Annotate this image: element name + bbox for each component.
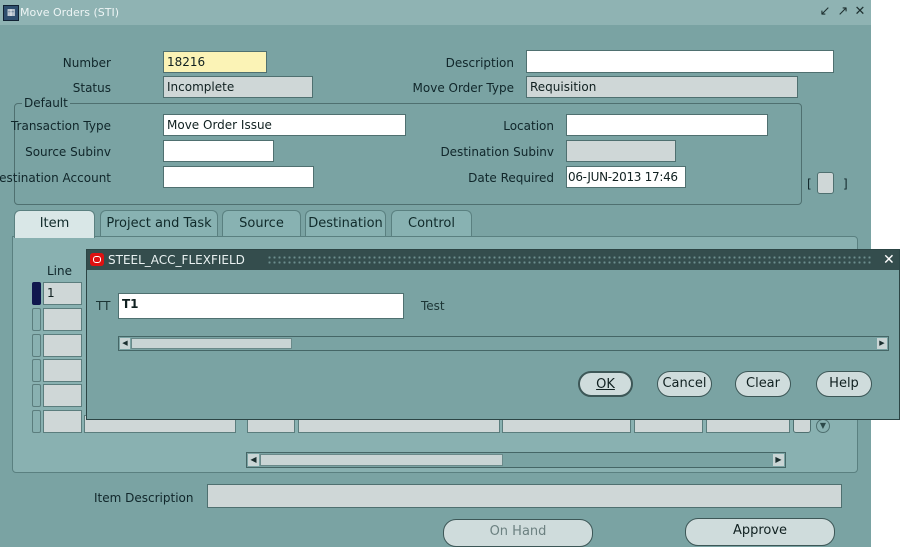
title-bar-grip (267, 255, 872, 265)
status-label: Status (72, 81, 111, 95)
row-indicator[interactable] (32, 359, 41, 382)
transaction-type-field[interactable]: Move Order Issue (163, 114, 406, 136)
item-description-field[interactable] (207, 484, 842, 508)
source-subinv-label: Source Subinv (25, 145, 111, 159)
transaction-type-label: Transaction Type (10, 119, 111, 133)
flexfield-dialog: STEEL_ACC_FLEXFIELD ✕ TT T1 Test ◀ ▶ OK … (86, 249, 900, 420)
line-cell[interactable] (43, 410, 82, 433)
destination-account-field[interactable] (163, 166, 314, 188)
scroll-down-icon[interactable]: ▼ (816, 419, 830, 433)
line-column-header: Line (47, 264, 73, 278)
scroll-left-icon[interactable]: ◀ (120, 338, 130, 349)
row-indicator[interactable] (32, 410, 41, 433)
cancel-label: Cancel (662, 376, 707, 391)
on-hand-label: On Hand (489, 524, 547, 539)
dialog-title: STEEL_ACC_FLEXFIELD (108, 253, 245, 267)
line-cell[interactable] (43, 384, 82, 407)
default-legend: Default (22, 96, 70, 110)
tab-control[interactable]: Control (391, 210, 472, 236)
app-icon: ▦ (3, 5, 19, 21)
destination-account-label: Destination Account (0, 171, 111, 185)
approve-label: Approve (732, 523, 788, 538)
title-bar: ▦ Move Orders (STI) ↙ ↗ ✕ (0, 0, 871, 25)
line-cell[interactable] (43, 308, 82, 331)
dialog-horizontal-scrollbar[interactable]: ◀ ▶ (118, 336, 889, 351)
tab-source[interactable]: Source (222, 210, 301, 236)
on-hand-button[interactable]: On Hand (443, 519, 593, 547)
tt-field[interactable]: T1 (118, 293, 404, 319)
destination-subinv-label: Destination Subinv (440, 145, 554, 159)
cancel-button[interactable]: Cancel (657, 371, 712, 397)
destination-subinv-field[interactable] (566, 140, 676, 162)
row-indicator[interactable] (32, 308, 41, 331)
move-order-type-label: Move Order Type (412, 81, 514, 95)
bracket-left: [ (807, 177, 812, 191)
item-description-label: Item Description (94, 491, 194, 505)
scroll-left-icon[interactable]: ◀ (248, 454, 259, 466)
scroll-right-icon[interactable]: ▶ (877, 338, 887, 349)
clear-button[interactable]: Clear (735, 371, 791, 397)
bracket-right: ] (843, 177, 848, 191)
line-cell[interactable] (43, 334, 82, 357)
description-label: Description (445, 56, 514, 70)
minimize-icon[interactable]: ↙ (818, 5, 832, 19)
location-field[interactable] (566, 114, 768, 136)
approve-button[interactable]: Approve (685, 518, 835, 546)
number-label: Number (62, 56, 111, 70)
help-button[interactable]: Help (816, 371, 872, 397)
maximize-icon[interactable]: ↗ (836, 5, 850, 19)
dialog-close-icon[interactable]: ✕ (883, 252, 895, 268)
date-required-field[interactable]: 06-JUN-2013 17:46 (566, 166, 686, 188)
ok-label: OK (596, 377, 615, 392)
window-title: Move Orders (STI) (20, 6, 120, 19)
scrollbar-thumb[interactable] (131, 338, 292, 349)
clear-label: Clear (746, 376, 780, 391)
dialog-title-bar: STEEL_ACC_FLEXFIELD ✕ (87, 250, 899, 270)
tab-item[interactable]: Item (14, 210, 95, 238)
description-field[interactable] (526, 50, 834, 73)
row-indicator[interactable] (32, 384, 41, 407)
row-indicator-current[interactable] (32, 282, 41, 305)
row-indicator[interactable] (32, 334, 41, 357)
scroll-right-icon[interactable]: ▶ (773, 454, 784, 466)
tab-destination[interactable]: Destination (305, 210, 386, 236)
help-label: Help (829, 376, 859, 391)
status-field[interactable]: Incomplete (163, 76, 313, 98)
line-cell[interactable]: 1 (43, 282, 82, 305)
grid-horizontal-scrollbar[interactable]: ◀ ▶ (246, 452, 786, 468)
close-icon[interactable]: ✕ (853, 5, 867, 19)
source-subinv-field[interactable] (163, 140, 274, 162)
tt-label: TT (96, 299, 111, 313)
location-label: Location (503, 119, 554, 133)
number-field[interactable]: 18216 (163, 51, 267, 73)
ok-button[interactable]: OK (578, 371, 633, 397)
tab-project-and-task[interactable]: Project and Task (100, 210, 218, 236)
oracle-icon (90, 253, 104, 266)
flexfield-button[interactable] (817, 172, 834, 194)
move-order-type-field[interactable]: Requisition (526, 76, 798, 98)
date-required-label: Date Required (468, 171, 554, 185)
tt-description: Test (421, 299, 445, 313)
scrollbar-thumb[interactable] (260, 454, 503, 466)
line-cell[interactable] (43, 359, 82, 382)
